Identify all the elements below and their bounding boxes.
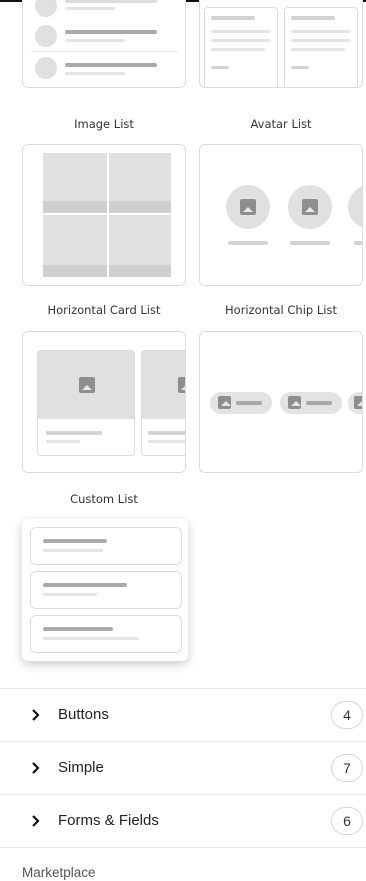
placeholder-caption bbox=[109, 201, 171, 213]
placeholder-line bbox=[43, 593, 97, 596]
list-item bbox=[30, 571, 182, 609]
placeholder-card bbox=[141, 350, 185, 456]
placeholder-line bbox=[65, 72, 125, 75]
placeholder-chip bbox=[210, 392, 272, 414]
avatar-list-label: Avatar List bbox=[250, 117, 312, 131]
horizontal-card-list-label: Horizontal Card List bbox=[47, 303, 161, 317]
custom-list-thumbnail[interactable] bbox=[22, 331, 186, 473]
placeholder-line bbox=[290, 241, 330, 245]
placeholder-avatar bbox=[35, 25, 57, 47]
placeholder-line bbox=[228, 241, 268, 245]
placeholder-avatar bbox=[348, 185, 362, 229]
placeholder-chip bbox=[348, 392, 362, 414]
placeholder-line bbox=[43, 637, 139, 640]
placeholder-line bbox=[65, 7, 115, 10]
count-badge: 7 bbox=[331, 753, 363, 782]
image-icon bbox=[218, 396, 231, 409]
placeholder-line bbox=[211, 48, 265, 51]
image-icon bbox=[178, 377, 185, 393]
placeholder-caption bbox=[43, 201, 107, 213]
placeholder-line bbox=[211, 66, 229, 69]
placeholder-line bbox=[65, 30, 157, 34]
placeholder-line bbox=[148, 440, 185, 443]
count-badge: 4 bbox=[331, 700, 363, 729]
placeholder-line bbox=[43, 627, 113, 631]
custom-list-label: Custom List bbox=[70, 492, 138, 506]
placeholder-line bbox=[211, 16, 255, 20]
section-label: Forms & Fields bbox=[58, 812, 159, 829]
placeholder-card bbox=[284, 7, 358, 87]
placeholder-line bbox=[65, 63, 157, 67]
avatar-list-thumbnail[interactable] bbox=[199, 0, 363, 88]
placeholder-chip bbox=[280, 392, 342, 414]
placeholder-line bbox=[291, 48, 345, 51]
marketplace-heading: Marketplace bbox=[22, 865, 96, 880]
list-item bbox=[30, 527, 182, 565]
custom-list-drag-preview[interactable] bbox=[22, 519, 188, 661]
image-icon bbox=[302, 199, 318, 215]
placeholder-line bbox=[43, 539, 107, 543]
placeholder-line bbox=[211, 30, 271, 33]
section-label: Buttons bbox=[58, 706, 109, 723]
chevron-right-icon bbox=[32, 709, 40, 721]
placeholder-line bbox=[46, 431, 102, 435]
horizontal-chip-list-label: Horizontal Chip List bbox=[225, 303, 337, 317]
horizontal-chip-list-thumbnail[interactable] bbox=[199, 144, 363, 286]
placeholder-line bbox=[291, 39, 351, 42]
image-icon bbox=[79, 377, 95, 393]
placeholder-line bbox=[291, 30, 351, 33]
placeholder-image bbox=[38, 351, 134, 419]
image-icon bbox=[240, 199, 256, 215]
chevron-right-icon bbox=[32, 762, 40, 774]
section-simple[interactable]: Simple 7 bbox=[0, 741, 366, 793]
placeholder-line bbox=[291, 66, 309, 69]
placeholder-line bbox=[148, 431, 185, 435]
placeholder-caption bbox=[109, 265, 171, 277]
placeholder-avatar bbox=[226, 185, 270, 229]
chevron-right-icon bbox=[32, 815, 40, 827]
placeholder-line bbox=[46, 440, 80, 443]
image-icon bbox=[288, 396, 301, 409]
placeholder-line bbox=[211, 39, 271, 42]
placeholder-line bbox=[65, 39, 125, 42]
placeholder-card bbox=[204, 7, 278, 87]
list-item bbox=[30, 615, 182, 653]
image-list-thumbnail[interactable] bbox=[22, 0, 186, 88]
placeholder-avatar bbox=[35, 57, 57, 79]
placeholder-avatar bbox=[288, 185, 332, 229]
section-forms-fields[interactable]: Forms & Fields 6 bbox=[0, 794, 366, 846]
horizontal-card-list-thumbnail[interactable] bbox=[22, 144, 186, 286]
section-divider bbox=[0, 847, 366, 848]
placeholder-line bbox=[354, 241, 362, 245]
placeholder-card bbox=[37, 350, 135, 456]
placeholder-line bbox=[306, 401, 332, 405]
placeholder-line bbox=[43, 583, 127, 587]
placeholder-line bbox=[291, 16, 335, 20]
chip-list-thumbnail[interactable] bbox=[199, 331, 363, 473]
placeholder-avatar bbox=[35, 0, 57, 17]
image-list-label: Image List bbox=[74, 117, 134, 131]
section-label: Simple bbox=[58, 759, 104, 776]
section-buttons[interactable]: Buttons 4 bbox=[0, 688, 366, 740]
image-icon bbox=[354, 396, 362, 409]
placeholder-line bbox=[236, 401, 262, 405]
placeholder-image bbox=[142, 351, 185, 419]
placeholder-line bbox=[65, 0, 157, 3]
count-badge: 6 bbox=[331, 806, 363, 835]
placeholder-line bbox=[43, 549, 103, 552]
divider bbox=[31, 51, 179, 52]
placeholder-caption bbox=[43, 265, 107, 277]
